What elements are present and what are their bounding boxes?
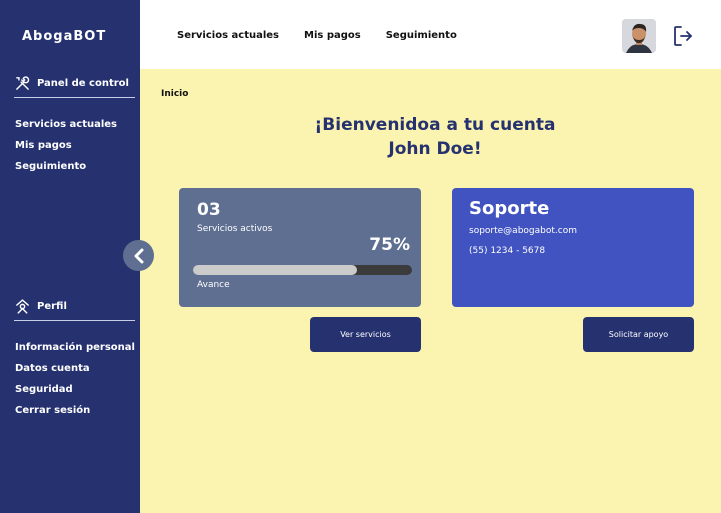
profile-icon — [16, 299, 29, 314]
profile-section-header: Perfil — [14, 298, 135, 321]
top-nav: Servicios actuales Mis pagos Seguimiento — [177, 30, 457, 41]
sidebar-item-servicios[interactable]: Servicios actuales — [15, 114, 117, 135]
progress-bar — [193, 265, 412, 275]
sidebar-item-informacion[interactable]: Información personal — [15, 337, 135, 358]
brand-logo: AbogaBOT — [22, 29, 107, 44]
welcome-heading: ¡Bienvenidoa a tu cuenta John Doe! — [250, 113, 620, 161]
panel-nav: Servicios actuales Mis pagos Seguimiento — [15, 114, 117, 177]
breadcrumb: Inicio — [161, 89, 189, 99]
progress-fill — [193, 265, 358, 275]
support-card: Soporte soporte@abogabot.com (55) 1234 -… — [452, 188, 694, 307]
sidebar-item-cerrar-sesion[interactable]: Cerrar sesión — [15, 400, 135, 421]
profile-section-label: Perfil — [37, 301, 67, 312]
sidebar-item-pagos[interactable]: Mis pagos — [15, 135, 117, 156]
view-services-button[interactable]: Ver servicios — [310, 317, 421, 352]
panel-section-header: Panel de control — [14, 75, 135, 98]
active-services-label: Servicios activos — [197, 224, 273, 234]
logout-icon — [674, 26, 692, 46]
support-email[interactable]: soporte@abogabot.com — [469, 226, 577, 236]
panel-section-label: Panel de control — [37, 78, 129, 89]
active-services-count: 03 — [197, 200, 221, 220]
collapse-sidebar-button[interactable] — [123, 240, 154, 271]
profile-nav: Información personal Datos cuenta Seguri… — [15, 337, 135, 421]
progress-percent: 75% — [369, 235, 410, 255]
avatar[interactable] — [622, 19, 656, 53]
sidebar-item-seguimiento[interactable]: Seguimiento — [15, 156, 117, 177]
topnav-pagos[interactable]: Mis pagos — [304, 30, 361, 41]
avatar-picture — [622, 19, 656, 53]
chevron-left-icon — [134, 248, 143, 263]
services-stats-card: 03 Servicios activos 75% Avance — [179, 188, 421, 307]
sidebar-item-datos-cuenta[interactable]: Datos cuenta — [15, 358, 135, 379]
welcome-line-2: John Doe! — [388, 139, 482, 159]
sidebar: AbogaBOT Panel de control Servicios actu… — [0, 0, 140, 513]
welcome-line-1: ¡Bienvenidoa a tu cuenta — [314, 115, 556, 135]
request-support-button[interactable]: Solicitar apoyo — [583, 317, 694, 352]
sidebar-item-seguridad[interactable]: Seguridad — [15, 379, 135, 400]
support-title: Soporte — [469, 198, 550, 219]
progress-label: Avance — [197, 280, 230, 290]
logout-button[interactable] — [671, 24, 695, 48]
topnav-seguimiento[interactable]: Seguimiento — [386, 30, 457, 41]
support-phone[interactable]: (55) 1234 - 5678 — [469, 246, 545, 256]
top-bar: Servicios actuales Mis pagos Seguimiento — [140, 0, 721, 69]
topnav-servicios[interactable]: Servicios actuales — [177, 30, 279, 41]
tools-icon — [16, 76, 30, 90]
